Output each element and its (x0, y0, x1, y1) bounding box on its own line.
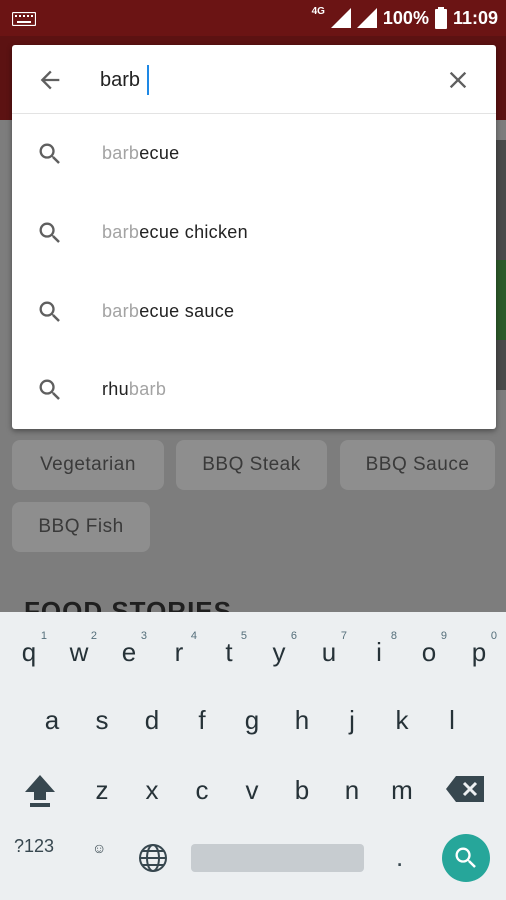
signal-icon (330, 8, 351, 28)
search-icon (39, 222, 60, 243)
keyboard-icon (12, 12, 36, 26)
key-c[interactable]: c (178, 760, 226, 820)
key-z[interactable]: z (78, 760, 126, 820)
suggestion-label: barbecue (102, 143, 180, 163)
key-d[interactable]: d (128, 690, 176, 750)
space-bar[interactable] (191, 844, 364, 872)
key-s[interactable]: s (78, 690, 126, 750)
clock: 11:09 (452, 7, 498, 28)
key-r[interactable]: r4 (155, 622, 203, 682)
key-a[interactable]: a (28, 690, 76, 750)
emoji-key[interactable]: ☺ (92, 840, 106, 856)
globe-icon[interactable] (138, 843, 168, 873)
key-i[interactable]: i8 (355, 622, 403, 682)
search-icon (39, 143, 60, 164)
key-g[interactable]: g (228, 690, 276, 750)
chip-vegetarian[interactable]: Vegetarian (12, 440, 164, 490)
backspace-icon[interactable] (446, 776, 484, 802)
text-caret (147, 65, 149, 95)
shift-icon[interactable] (22, 772, 58, 808)
signal-icon (356, 8, 377, 28)
search-icon (39, 301, 60, 322)
search-panel: barbecue barbecue chicken barbecue sauce… (12, 45, 496, 429)
suggestion-item[interactable]: barbecue sauce (12, 273, 496, 351)
key-u[interactable]: u7 (305, 622, 353, 682)
symbols-key[interactable]: ?123 (14, 836, 54, 857)
key-t[interactable]: t5 (205, 622, 253, 682)
key-o[interactable]: o9 (405, 622, 453, 682)
suggestion-label: barbecue sauce (102, 301, 235, 321)
suggestion-label: barbecue chicken (102, 222, 248, 242)
key-x[interactable]: x (128, 760, 176, 820)
key-n[interactable]: n (328, 760, 376, 820)
key-m[interactable]: m (378, 760, 426, 820)
key-f[interactable]: f (178, 690, 226, 750)
key-e[interactable]: e3 (105, 622, 153, 682)
key-l[interactable]: l (428, 690, 476, 750)
key-k[interactable]: k (378, 690, 426, 750)
chip-bbq-fish[interactable]: BBQ Fish (12, 502, 150, 552)
key-q[interactable]: q1 (5, 622, 53, 682)
key-p[interactable]: p0 (455, 622, 503, 682)
key-b[interactable]: b (278, 760, 326, 820)
suggestion-item[interactable]: barbecue (12, 115, 496, 193)
keyboard-search-button[interactable] (442, 834, 490, 882)
chip-bbq-steak[interactable]: BBQ Steak (176, 440, 327, 490)
key-y[interactable]: y6 (255, 622, 303, 682)
suggestion-item[interactable]: rhubarb (12, 351, 496, 429)
status-bar: 4G 100% 11:09 (0, 0, 506, 36)
network-type: 4G (311, 5, 325, 17)
key-j[interactable]: j (328, 690, 376, 750)
suggestion-label: rhubarb (102, 379, 167, 399)
search-icon (39, 379, 60, 400)
chip-bbq-sauce[interactable]: BBQ Sauce (340, 440, 495, 490)
battery-percent: 100% (382, 7, 429, 28)
period-key[interactable]: . (396, 842, 403, 873)
key-h[interactable]: h (278, 690, 326, 750)
clear-icon[interactable] (444, 66, 472, 94)
search-bar (12, 45, 496, 114)
back-arrow-icon[interactable] (36, 66, 64, 94)
key-v[interactable]: v (228, 760, 276, 820)
battery-icon (434, 7, 447, 29)
key-w[interactable]: w2 (55, 622, 103, 682)
search-icon (455, 847, 476, 868)
suggestion-item[interactable]: barbecue chicken (12, 194, 496, 272)
